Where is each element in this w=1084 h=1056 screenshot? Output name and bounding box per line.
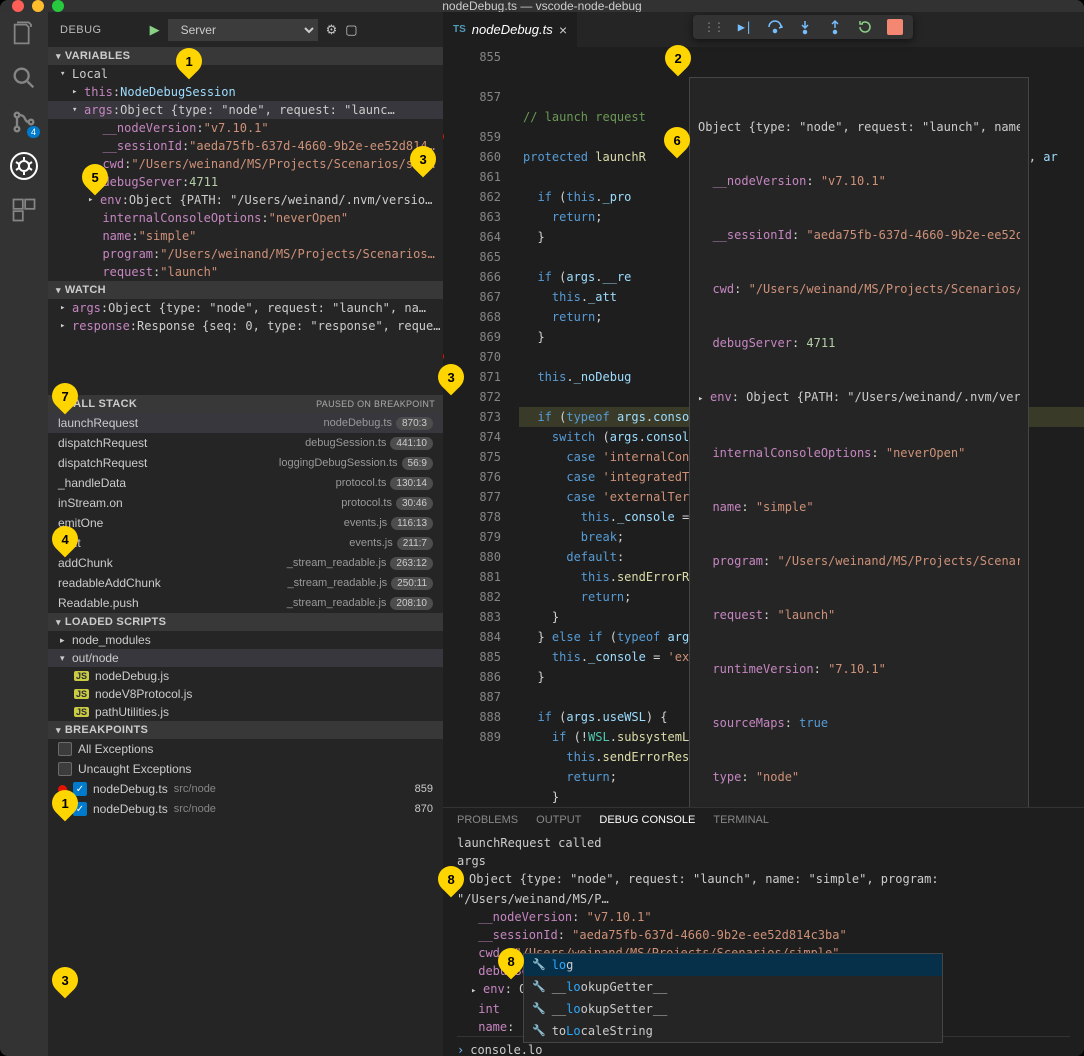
continue-button[interactable]: ▶| <box>737 19 753 35</box>
typescript-icon: TS <box>453 24 466 35</box>
breakpoints-header[interactable]: ▾BREAKPOINTS <box>48 721 443 739</box>
suggest-item[interactable]: 🔧toLocaleString <box>524 1020 942 1042</box>
step-out-button[interactable] <box>827 19 843 35</box>
maximize-window[interactable] <box>52 0 64 12</box>
variables-header[interactable]: ▾VARIABLES <box>48 47 443 65</box>
var-request[interactable]: request: "launch" <box>48 263 443 281</box>
tab-terminal[interactable]: TERMINAL <box>713 814 769 826</box>
bp-all-exceptions[interactable]: All Exceptions <box>48 739 443 759</box>
scope-local[interactable]: ▾Local <box>48 65 443 83</box>
hover-tooltip: Object {type: "node", request: "launch",… <box>689 77 1029 807</box>
callstack-frame[interactable]: Readable.push_stream_readable.js208:10 <box>48 593 443 613</box>
debug-icon[interactable] <box>10 152 38 180</box>
var-args[interactable]: ▾args: Object {type: "node", request: "l… <box>48 101 443 119</box>
debug-sidebar: DEBUG ▶ Server ⚙ ▢ ▾VARIABLES ▾Local ▸th… <box>48 12 443 1056</box>
callstack-frame[interactable]: addChunk_stream_readable.js263:12 <box>48 553 443 573</box>
var-nodeversion[interactable]: __nodeVersion: "v7.10.1" <box>48 119 443 137</box>
watch-response[interactable]: ▸response: Response {seq: 0, type: "resp… <box>48 317 443 335</box>
drag-handle-icon[interactable]: ⋮⋮ <box>703 20 723 34</box>
suggest-item[interactable]: 🔧log <box>524 954 942 976</box>
extensions-icon[interactable] <box>10 196 38 224</box>
start-debug-button[interactable]: ▶ <box>150 22 160 38</box>
minimize-window[interactable] <box>32 0 44 12</box>
tab-debug-console[interactable]: DEBUG CONSOLE <box>599 814 695 826</box>
bottom-panel: PROBLEMS OUTPUT DEBUG CONSOLE TERMINAL l… <box>443 807 1084 1056</box>
restart-button[interactable] <box>857 19 873 35</box>
console-output: launchRequest called <box>457 834 1070 852</box>
callstack-frame[interactable]: readableAddChunk_stream_readable.js250:1… <box>48 573 443 593</box>
callstack-frame[interactable]: launchRequestnodeDebug.ts870:3 <box>48 413 443 433</box>
var-sessionid[interactable]: __sessionId: "aeda75fb-637d-4660-9b2e-ee… <box>48 137 443 155</box>
suggest-item[interactable]: 🔧__lookupGetter__ <box>524 976 942 998</box>
script-folder-nodemodules[interactable]: ▸node_modules <box>48 631 443 649</box>
tab-nodedebug[interactable]: TS nodeDebug.ts × <box>443 12 577 47</box>
close-tab-icon[interactable]: × <box>559 22 567 38</box>
var-ico[interactable]: internalConsoleOptions: "neverOpen" <box>48 209 443 227</box>
titlebar: nodeDebug.ts — vscode-node-debug <box>0 0 1084 12</box>
search-icon[interactable] <box>10 64 38 92</box>
close-window[interactable] <box>12 0 24 12</box>
scm-icon[interactable]: 4 <box>10 108 38 136</box>
scm-badge: 4 <box>27 126 40 138</box>
script-file[interactable]: JSpathUtilities.js <box>48 703 443 721</box>
editor-tabs: TS nodeDebug.ts × ⋮⋮ ▶| <box>443 12 1084 47</box>
debug-toolbar[interactable]: ⋮⋮ ▶| <box>693 15 913 39</box>
var-cwd[interactable]: cwd: "/Users/weinand/MS/Projects/Scenari… <box>48 155 443 173</box>
activity-bar: 4 <box>0 12 48 1056</box>
callstack-header[interactable]: ▾CALL STACKPAUSED ON BREAKPOINT <box>48 395 443 413</box>
watch-args[interactable]: ▸args: Object {type: "node", request: "l… <box>48 299 443 317</box>
bp-item-1[interactable]: ✓nodeDebug.tssrc/node859 <box>48 779 443 799</box>
loaded-scripts-header[interactable]: ▾LOADED SCRIPTS <box>48 613 443 631</box>
callstack-frame[interactable]: dispatchRequestdebugSession.ts441:10 <box>48 433 443 453</box>
step-over-button[interactable] <box>767 19 783 35</box>
step-into-button[interactable] <box>797 19 813 35</box>
var-this[interactable]: ▸this: NodeDebugSession <box>48 83 443 101</box>
callstack-frame[interactable]: dispatchRequestloggingDebugSession.ts56:… <box>48 453 443 473</box>
bp-uncaught-exceptions[interactable]: Uncaught Exceptions <box>48 759 443 779</box>
tab-output[interactable]: OUTPUT <box>536 814 581 826</box>
debug-settings-icon[interactable]: ⚙ <box>326 22 338 38</box>
callstack-frame[interactable]: emitOneevents.js116:13 <box>48 513 443 533</box>
debug-console-toggle-icon[interactable]: ▢ <box>345 22 357 38</box>
tab-problems[interactable]: PROBLEMS <box>457 814 518 826</box>
suggest-item[interactable]: 🔧__lookupSetter__ <box>524 998 942 1020</box>
watch-header[interactable]: ▾WATCH <box>48 281 443 299</box>
var-name[interactable]: name: "simple" <box>48 227 443 245</box>
callstack-frame[interactable]: emitevents.js211:7 <box>48 533 443 553</box>
script-file[interactable]: JSnodeDebug.js <box>48 667 443 685</box>
editor[interactable]: 855857859860861862863864865866867868869➤… <box>443 47 1084 807</box>
console-object[interactable]: ▾Object {type: "node", request: "launch"… <box>457 870 1070 908</box>
explorer-icon[interactable] <box>10 20 38 48</box>
bp-item-2[interactable]: ✓nodeDebug.tssrc/node870 <box>48 799 443 819</box>
callstack-frame[interactable]: _handleDataprotocol.ts130:14 <box>48 473 443 493</box>
stop-button[interactable] <box>887 19 903 35</box>
var-program[interactable]: program: "/Users/weinand/MS/Projects/Sce… <box>48 245 443 263</box>
script-folder-outnode[interactable]: ▾out/node <box>48 649 443 667</box>
debug-view-title: DEBUG <box>60 24 102 36</box>
callstack-frame[interactable]: inStream.onprotocol.ts30:46 <box>48 493 443 513</box>
script-file[interactable]: JSnodeV8Protocol.js <box>48 685 443 703</box>
var-env[interactable]: ▸env: Object {PATH: "/Users/weinand/.nvm… <box>48 191 443 209</box>
suggestion-popup[interactable]: 🔧log 🔧__lookupGetter__ 🔧__lookupSetter__… <box>523 953 943 1043</box>
debug-config-select[interactable]: Server <box>168 19 318 41</box>
